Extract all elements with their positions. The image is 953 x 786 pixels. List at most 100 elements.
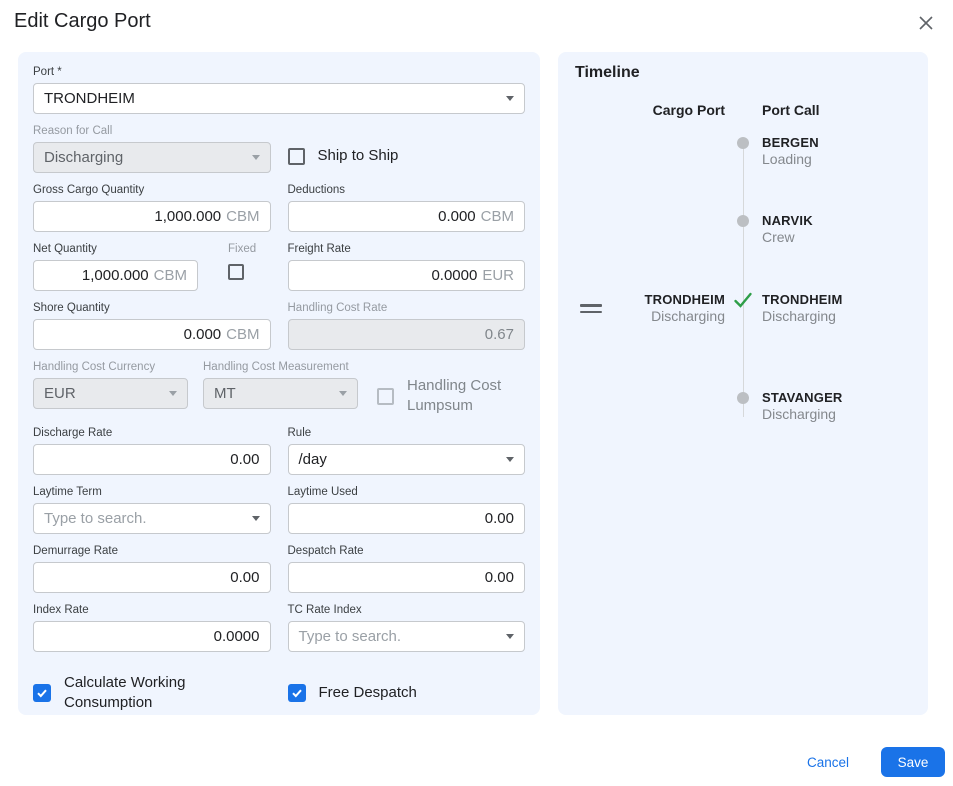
free-despatch-field: Free Despatch [288, 673, 526, 713]
port-label: Port * [33, 66, 525, 79]
handling-cost-rate-field: Handling Cost Rate [288, 302, 526, 350]
shore-quantity-input[interactable] [44, 326, 221, 343]
reason-for-call-select: Discharging [33, 142, 271, 173]
tc-rate-index-select[interactable]: Type to search. [288, 621, 526, 652]
dot-icon [737, 215, 749, 227]
discharge-rate-input[interactable] [44, 451, 260, 468]
chevron-down-icon [506, 457, 514, 462]
net-quantity-field: Net Quantity CBM [33, 243, 198, 291]
freight-rate-label: Freight Rate [288, 243, 526, 256]
rule-label: Rule [288, 427, 526, 440]
port-call-reason: Discharging [762, 406, 843, 423]
gross-unit: CBM [226, 208, 259, 225]
chevron-down-icon [506, 634, 514, 639]
port-select[interactable]: TRONDHEIM [33, 83, 525, 114]
handling-cost-measurement-value: MT [214, 385, 236, 402]
timeline-title: Timeline [575, 64, 640, 82]
free-despatch-label: Free Despatch [319, 683, 417, 703]
despatch-rate-label: Despatch Rate [288, 545, 526, 558]
handling-cost-row: Handling Cost Currency EUR Handling Cost… [33, 361, 525, 416]
demurrage-rate-input[interactable] [44, 569, 260, 586]
laytime-term-placeholder: Type to search. [44, 510, 147, 527]
port-call-name: STAVANGER [762, 390, 843, 406]
chevron-down-icon [506, 96, 514, 101]
handling-cost-measurement-select: MT [203, 378, 358, 409]
timeline-item-stavanger: STAVANGER Discharging [762, 390, 843, 423]
port-field: Port * TRONDHEIM [33, 66, 525, 114]
timeline-cargo-port-trondheim: TRONDHEIM Discharging [644, 292, 725, 325]
free-despatch-checkbox[interactable] [288, 684, 306, 702]
cargo-port-form-panel: Port * TRONDHEIM Reason for Call Dischar… [18, 52, 540, 715]
freight-rate-field: Freight Rate EUR [288, 243, 526, 291]
port-value: TRONDHEIM [44, 90, 135, 107]
laytime-used-label: Laytime Used [288, 486, 526, 499]
fixed-field: Fixed [228, 243, 256, 291]
ship-to-ship-checkbox[interactable] [288, 148, 305, 165]
timeline-column-port-call: Port Call [762, 102, 820, 118]
chevron-down-icon [339, 391, 347, 396]
demurrage-rate-label: Demurrage Rate [33, 545, 271, 558]
timeline-item-bergen: BERGEN Loading [762, 135, 819, 168]
handling-cost-lumpsum-field: Handling Cost Lumpsum [377, 376, 517, 416]
dot-icon [737, 137, 749, 149]
net-quantity-input[interactable] [44, 267, 149, 284]
port-call-name: TRONDHEIM [762, 292, 843, 308]
cargo-port-name: TRONDHEIM [644, 292, 725, 308]
laytime-term-field: Laytime Term Type to search. [33, 486, 271, 534]
ship-to-ship-label: Ship to Ship [318, 146, 399, 166]
laytime-used-input[interactable] [299, 510, 515, 527]
shore-quantity-field: Shore Quantity CBM [33, 302, 271, 350]
port-call-reason: Crew [762, 229, 813, 246]
dot-icon [737, 392, 749, 404]
timeline-item-trondheim: TRONDHEIM Discharging [762, 292, 843, 325]
deductions-unit: CBM [481, 208, 514, 225]
handling-cost-currency-value: EUR [44, 385, 76, 402]
timeline-item-narvik: NARVIK Crew [762, 213, 813, 246]
reason-label: Reason for Call [33, 125, 271, 138]
timeline-line [743, 143, 745, 417]
handling-cost-rate-label: Handling Cost Rate [288, 302, 526, 315]
gross-cargo-quantity-input[interactable] [44, 208, 221, 225]
discharge-rate-label: Discharge Rate [33, 427, 271, 440]
net-unit: CBM [154, 267, 187, 284]
laytime-term-select[interactable]: Type to search. [33, 503, 271, 534]
cancel-button[interactable]: Cancel [799, 751, 857, 774]
calculate-working-consumption-checkbox[interactable] [33, 684, 51, 702]
cargo-port-reason: Discharging [644, 308, 725, 325]
gross-label: Gross Cargo Quantity [33, 184, 271, 197]
tc-rate-index-field: TC Rate Index Type to search. [288, 604, 526, 652]
demurrage-rate-field: Demurrage Rate [33, 545, 271, 593]
chevron-down-icon [252, 516, 260, 521]
index-rate-field: Index Rate [33, 604, 271, 652]
page-title: Edit Cargo Port [14, 10, 151, 33]
timeline-column-cargo-port: Cargo Port [653, 102, 725, 118]
rule-value: /day [299, 451, 327, 468]
despatch-rate-input[interactable] [299, 569, 515, 586]
fixed-checkbox[interactable] [228, 264, 244, 280]
handling-cost-currency-select: EUR [33, 378, 188, 409]
reason-for-call-field: Reason for Call Discharging [33, 125, 271, 173]
chevron-down-icon [252, 155, 260, 160]
ship-to-ship-field: Ship to Ship [288, 125, 526, 173]
deductions-field: Deductions CBM [288, 184, 526, 232]
laytime-used-field: Laytime Used [288, 486, 526, 534]
calculate-working-consumption-field: Calculate Working Consumption [33, 673, 271, 713]
index-rate-input[interactable] [44, 628, 260, 645]
rule-field: Rule /day [288, 427, 526, 475]
freight-rate-input[interactable] [299, 267, 478, 284]
deductions-input[interactable] [299, 208, 476, 225]
net-quantity-row: Net Quantity CBM Fixed [33, 243, 271, 291]
save-button[interactable]: Save [881, 747, 945, 777]
drag-handle-icon[interactable] [580, 304, 602, 317]
handling-cost-measurement-field: Handling Cost Measurement MT [203, 361, 358, 409]
handling-cost-measurement-label: Handling Cost Measurement [203, 361, 358, 374]
discharge-rate-field: Discharge Rate [33, 427, 271, 475]
index-rate-label: Index Rate [33, 604, 271, 617]
rule-select[interactable]: /day [288, 444, 526, 475]
shore-label: Shore Quantity [33, 302, 271, 315]
handling-cost-rate-input [299, 326, 515, 343]
close-icon[interactable] [916, 13, 936, 33]
despatch-rate-field: Despatch Rate [288, 545, 526, 593]
deductions-label: Deductions [288, 184, 526, 197]
calculate-working-consumption-label: Calculate Working Consumption [64, 673, 224, 713]
